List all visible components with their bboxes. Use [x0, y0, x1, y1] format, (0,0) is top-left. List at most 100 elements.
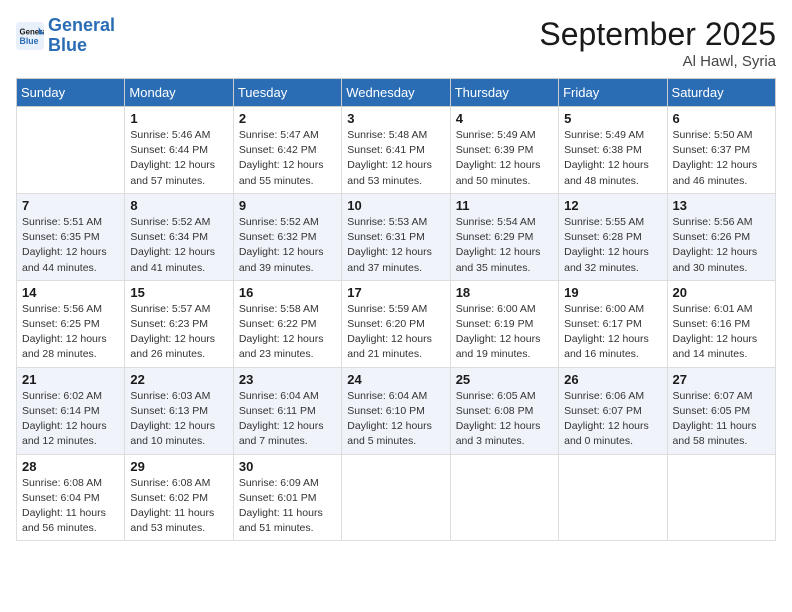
day-info: Sunrise: 6:08 AM Sunset: 6:04 PM Dayligh… — [22, 476, 119, 537]
day-info: Sunrise: 5:59 AM Sunset: 6:20 PM Dayligh… — [347, 302, 444, 363]
calendar-cell — [667, 454, 775, 541]
day-info: Sunrise: 5:52 AM Sunset: 6:34 PM Dayligh… — [130, 215, 227, 276]
calendar-week-row: 14 Sunrise: 5:56 AM Sunset: 6:25 PM Dayli… — [17, 280, 776, 367]
day-number: 29 — [130, 459, 227, 474]
calendar-cell: 12 Sunrise: 5:55 AM Sunset: 6:28 PM Dayli… — [559, 193, 667, 280]
day-number: 16 — [239, 285, 336, 300]
calendar-cell: 25Sunrise: 6:05 AM Sunset: 6:08 PM Dayli… — [450, 367, 558, 454]
day-info: Sunrise: 6:05 AM Sunset: 6:08 PM Dayligh… — [456, 389, 553, 450]
day-number: 11 — [456, 198, 553, 213]
calendar-week-row: 7 Sunrise: 5:51 AM Sunset: 6:35 PM Daylig… — [17, 193, 776, 280]
calendar-cell: 27Sunrise: 6:07 AM Sunset: 6:05 PM Dayli… — [667, 367, 775, 454]
day-number: 28 — [22, 459, 119, 474]
day-info: Sunrise: 5:54 AM Sunset: 6:29 PM Dayligh… — [456, 215, 553, 276]
calendar-cell: 26 Sunrise: 6:06 AM Sunset: 6:07 PM Dayli… — [559, 367, 667, 454]
day-info: Sunrise: 5:49 AM Sunset: 6:38 PM Dayligh… — [564, 128, 661, 189]
calendar-week-row: 21 Sunrise: 6:02 AM Sunset: 6:14 PM Dayli… — [17, 367, 776, 454]
day-number: 4 — [456, 111, 553, 126]
day-number: 2 — [239, 111, 336, 126]
calendar-cell — [450, 454, 558, 541]
day-number: 5 — [564, 111, 661, 126]
day-number: 17 — [347, 285, 444, 300]
day-info: Sunrise: 5:52 AM Sunset: 6:32 PM Dayligh… — [239, 215, 336, 276]
calendar-cell: 30Sunrise: 6:09 AM Sunset: 6:01 PM Dayli… — [233, 454, 341, 541]
day-number: 26 — [564, 372, 661, 387]
weekday-header: Sunday — [17, 79, 125, 107]
day-info: Sunrise: 6:00 AM Sunset: 6:17 PM Dayligh… — [564, 302, 661, 363]
day-number: 12 — [564, 198, 661, 213]
day-info: Sunrise: 5:56 AM Sunset: 6:25 PM Dayligh… — [22, 302, 119, 363]
day-info: Sunrise: 5:56 AM Sunset: 6:26 PM Dayligh… — [673, 215, 770, 276]
logo-text: GeneralBlue — [48, 16, 115, 56]
day-info: Sunrise: 5:57 AM Sunset: 6:23 PM Dayligh… — [130, 302, 227, 363]
day-number: 3 — [347, 111, 444, 126]
calendar-cell: 5 Sunrise: 5:49 AM Sunset: 6:38 PM Daylig… — [559, 107, 667, 194]
day-number: 22 — [130, 372, 227, 387]
calendar-cell — [559, 454, 667, 541]
day-info: Sunrise: 6:08 AM Sunset: 6:02 PM Dayligh… — [130, 476, 227, 537]
day-number: 18 — [456, 285, 553, 300]
page-header: General Blue GeneralBlue September 2025 … — [16, 16, 776, 70]
calendar-cell: 9 Sunrise: 5:52 AM Sunset: 6:32 PM Daylig… — [233, 193, 341, 280]
calendar-cell: 8 Sunrise: 5:52 AM Sunset: 6:34 PM Daylig… — [125, 193, 233, 280]
calendar-cell — [342, 454, 450, 541]
title-block: September 2025 Al Hawl, Syria — [539, 16, 776, 70]
day-info: Sunrise: 5:55 AM Sunset: 6:28 PM Dayligh… — [564, 215, 661, 276]
day-info: Sunrise: 5:48 AM Sunset: 6:41 PM Dayligh… — [347, 128, 444, 189]
day-info: Sunrise: 6:00 AM Sunset: 6:19 PM Dayligh… — [456, 302, 553, 363]
calendar-table: SundayMondayTuesdayWednesdayThursdayFrid… — [16, 78, 776, 541]
weekday-header: Thursday — [450, 79, 558, 107]
calendar-cell: 22Sunrise: 6:03 AM Sunset: 6:13 PM Dayli… — [125, 367, 233, 454]
calendar-cell: 24 Sunrise: 6:04 AM Sunset: 6:10 PM Dayli… — [342, 367, 450, 454]
calendar-cell — [17, 107, 125, 194]
calendar-cell: 10 Sunrise: 5:53 AM Sunset: 6:31 PM Dayli… — [342, 193, 450, 280]
day-number: 13 — [673, 198, 770, 213]
calendar-cell: 2 Sunrise: 5:47 AM Sunset: 6:42 PM Daylig… — [233, 107, 341, 194]
day-info: Sunrise: 5:47 AM Sunset: 6:42 PM Dayligh… — [239, 128, 336, 189]
calendar-cell: 11 Sunrise: 5:54 AM Sunset: 6:29 PM Dayli… — [450, 193, 558, 280]
calendar-cell: 13 Sunrise: 5:56 AM Sunset: 6:26 PM Dayli… — [667, 193, 775, 280]
calendar-cell: 14 Sunrise: 5:56 AM Sunset: 6:25 PM Dayli… — [17, 280, 125, 367]
calendar-cell: 7 Sunrise: 5:51 AM Sunset: 6:35 PM Daylig… — [17, 193, 125, 280]
calendar-cell: 20 Sunrise: 6:01 AM Sunset: 6:16 PM Dayli… — [667, 280, 775, 367]
day-number: 7 — [22, 198, 119, 213]
day-number: 23 — [239, 372, 336, 387]
day-number: 9 — [239, 198, 336, 213]
calendar-cell: 6 Sunrise: 5:50 AM Sunset: 6:37 PM Daylig… — [667, 107, 775, 194]
weekday-header: Saturday — [667, 79, 775, 107]
day-info: Sunrise: 5:58 AM Sunset: 6:22 PM Dayligh… — [239, 302, 336, 363]
svg-text:Blue: Blue — [20, 36, 39, 46]
day-number: 10 — [347, 198, 444, 213]
day-info: Sunrise: 5:51 AM Sunset: 6:35 PM Dayligh… — [22, 215, 119, 276]
calendar-cell: 17 Sunrise: 5:59 AM Sunset: 6:20 PM Dayli… — [342, 280, 450, 367]
weekday-header: Tuesday — [233, 79, 341, 107]
day-info: Sunrise: 6:06 AM Sunset: 6:07 PM Dayligh… — [564, 389, 661, 450]
calendar-cell: 16 Sunrise: 5:58 AM Sunset: 6:22 PM Dayli… — [233, 280, 341, 367]
day-info: Sunrise: 6:04 AM Sunset: 6:10 PM Dayligh… — [347, 389, 444, 450]
day-info: Sunrise: 6:01 AM Sunset: 6:16 PM Dayligh… — [673, 302, 770, 363]
day-info: Sunrise: 5:50 AM Sunset: 6:37 PM Dayligh… — [673, 128, 770, 189]
weekday-header: Monday — [125, 79, 233, 107]
calendar-cell: 3 Sunrise: 5:48 AM Sunset: 6:41 PM Daylig… — [342, 107, 450, 194]
day-info: Sunrise: 6:02 AM Sunset: 6:14 PM Dayligh… — [22, 389, 119, 450]
day-info: Sunrise: 6:07 AM Sunset: 6:05 PM Dayligh… — [673, 389, 770, 450]
calendar-week-row: 1Sunrise: 5:46 AM Sunset: 6:44 PM Daylig… — [17, 107, 776, 194]
day-info: Sunrise: 5:46 AM Sunset: 6:44 PM Dayligh… — [130, 128, 227, 189]
day-info: Sunrise: 6:04 AM Sunset: 6:11 PM Dayligh… — [239, 389, 336, 450]
calendar-cell: 23 Sunrise: 6:04 AM Sunset: 6:11 PM Dayli… — [233, 367, 341, 454]
day-number: 8 — [130, 198, 227, 213]
day-number: 24 — [347, 372, 444, 387]
day-number: 19 — [564, 285, 661, 300]
day-number: 14 — [22, 285, 119, 300]
calendar-cell: 1Sunrise: 5:46 AM Sunset: 6:44 PM Daylig… — [125, 107, 233, 194]
month-title: September 2025 — [539, 16, 776, 53]
day-number: 21 — [22, 372, 119, 387]
day-number: 20 — [673, 285, 770, 300]
day-number: 15 — [130, 285, 227, 300]
weekday-header: Friday — [559, 79, 667, 107]
day-number: 6 — [673, 111, 770, 126]
day-info: Sunrise: 5:53 AM Sunset: 6:31 PM Dayligh… — [347, 215, 444, 276]
logo: General Blue GeneralBlue — [16, 16, 115, 56]
calendar-cell: 21 Sunrise: 6:02 AM Sunset: 6:14 PM Dayli… — [17, 367, 125, 454]
calendar-week-row: 28 Sunrise: 6:08 AM Sunset: 6:04 PM Dayli… — [17, 454, 776, 541]
